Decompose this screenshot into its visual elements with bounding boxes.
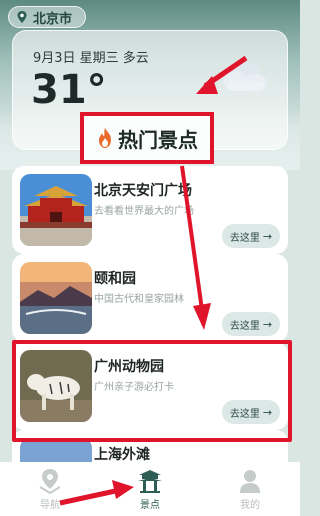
cloud-icon	[223, 62, 267, 92]
location-city: 北京市	[33, 11, 73, 27]
nav-item-attractions[interactable]: 景点	[120, 468, 180, 512]
attraction-title: 颐和园	[94, 271, 136, 287]
attraction-image	[20, 350, 92, 422]
user-icon	[240, 470, 260, 493]
pagoda-icon	[138, 470, 162, 493]
navigation-icon	[39, 469, 61, 494]
weather-date: 9月3日 星期三 多云	[33, 51, 149, 66]
attraction-title: 北京天安门广场	[94, 183, 192, 199]
go-here-button[interactable]: 去这里 →	[222, 224, 280, 248]
nav-label: 导航	[40, 500, 60, 511]
attraction-card[interactable]: 颐和园 中国古代和皇家园林 去这里 →	[12, 254, 288, 342]
go-here-button[interactable]: 去这里 →	[222, 400, 280, 424]
attraction-subtitle: 中国古代和皇家园林	[94, 294, 184, 305]
bottom-navigation: 导航 景点 我的	[0, 462, 300, 516]
attraction-card[interactable]: 北京天安门广场 去看看世界最大的广场 去这里 →	[12, 166, 288, 254]
section-title: 热门景点	[118, 127, 198, 152]
pin-icon	[17, 11, 27, 23]
section-header: 热门景点	[80, 112, 214, 164]
attraction-image	[20, 174, 92, 246]
go-here-label: 去这里	[229, 232, 260, 244]
arrow-right-icon: →	[262, 229, 273, 243]
location-selector[interactable]: 北京市	[8, 6, 86, 28]
weather-temperature: 31°	[31, 67, 107, 113]
attraction-subtitle: 去看看世界最大的广场	[94, 206, 194, 217]
fire-icon	[99, 128, 111, 148]
arrow-right-icon: →	[262, 317, 273, 331]
go-here-button[interactable]: 去这里 →	[222, 312, 280, 336]
nav-label: 景点	[140, 500, 160, 511]
go-here-label: 去这里	[229, 408, 260, 420]
attraction-card[interactable]: 广州动物园 广州亲子游必打卡 去这里 →	[12, 342, 288, 430]
attraction-image	[20, 262, 92, 334]
go-here-label: 去这里	[229, 320, 260, 332]
nav-label: 我的	[240, 500, 260, 511]
attraction-subtitle: 广州亲子游必打卡	[94, 382, 174, 393]
attraction-title: 广州动物园	[94, 359, 164, 375]
arrow-right-icon: →	[262, 405, 273, 419]
attraction-title: 上海外滩	[94, 447, 150, 463]
nav-item-profile[interactable]: 我的	[220, 468, 280, 512]
nav-item-navigation[interactable]: 导航	[20, 468, 80, 512]
